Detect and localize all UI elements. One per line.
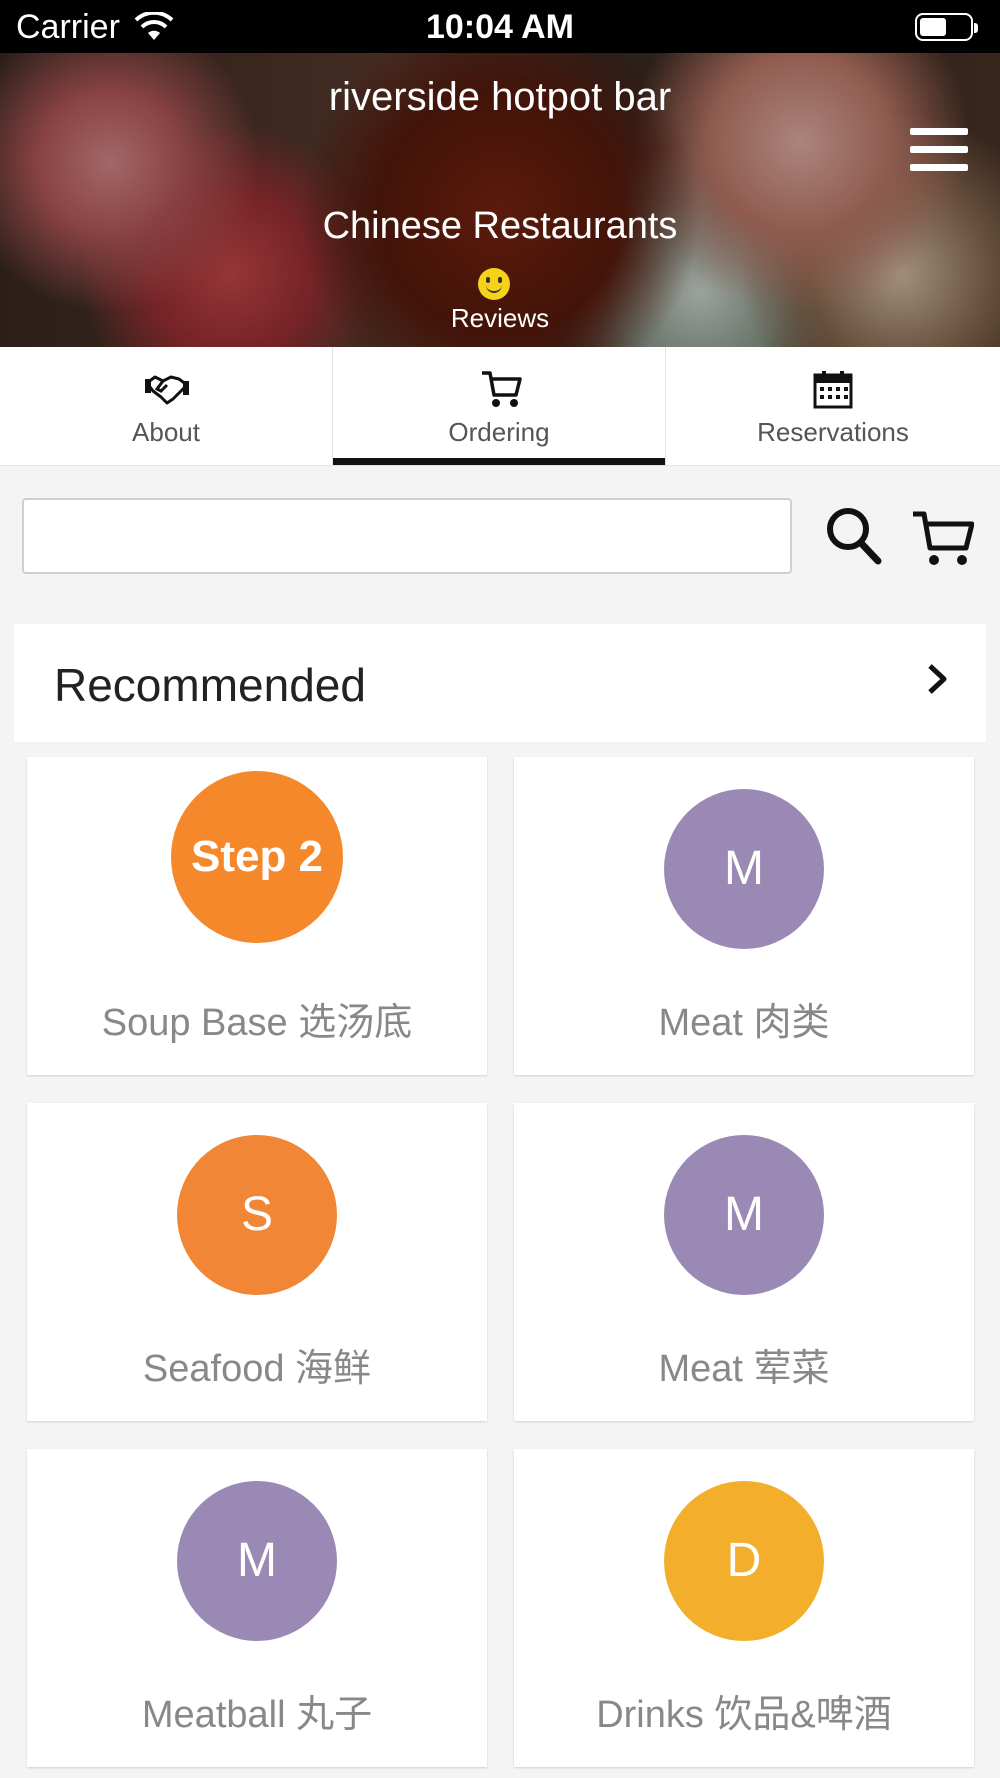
category-card-meat-dishes[interactable]: M Meat 荤菜	[514, 1103, 974, 1421]
cart-icon[interactable]	[910, 508, 974, 568]
handshake-icon	[145, 375, 189, 405]
chevron-right-icon	[928, 664, 947, 694]
restaurant-category: Chinese Restaurants	[322, 205, 678, 247]
restaurant-name: riverside hotpot bar	[328, 75, 672, 119]
hamburger-menu-icon[interactable]	[906, 128, 972, 174]
tab-ordering-label: Ordering	[448, 417, 550, 447]
section-title: Recommended	[54, 659, 366, 711]
battery-icon	[915, 13, 978, 41]
category-badge: M	[664, 789, 824, 949]
reviews-link[interactable]: Reviews	[0, 303, 1000, 334]
tab-ordering[interactable]: Ordering	[333, 347, 666, 465]
calendar-icon	[813, 371, 853, 409]
search-input[interactable]	[22, 498, 792, 574]
category-name: Seafood 海鲜	[142, 1348, 372, 1390]
recommended-section-header[interactable]: Recommended	[14, 624, 986, 742]
category-badge: M	[664, 1135, 824, 1295]
cart-icon	[482, 371, 522, 407]
category-card-seafood[interactable]: S Seafood 海鲜	[27, 1103, 487, 1421]
category-badge: D	[664, 1481, 824, 1641]
clock: 10:04 AM	[425, 8, 575, 46]
category-name: Meat 肉类	[658, 1002, 830, 1044]
category-badge: Step 2	[171, 771, 343, 943]
hero-banner: riverside hotpot bar Chinese Restaurants…	[0, 53, 1000, 347]
search-icon[interactable]	[824, 505, 884, 567]
category-name: Meat 荤菜	[658, 1348, 830, 1390]
category-card-meat[interactable]: M Meat 肉类	[514, 757, 974, 1075]
smiley-icon[interactable]	[478, 268, 510, 300]
category-card-meatball[interactable]: M Meatball 丸子	[27, 1449, 487, 1767]
tab-reservations[interactable]: Reservations	[666, 347, 1000, 465]
category-name: Drinks 饮品&啤酒	[596, 1694, 892, 1736]
category-name: Soup Base 选汤底	[101, 1002, 413, 1044]
category-card-soup-base[interactable]: Step 2 Soup Base 选汤底	[27, 757, 487, 1075]
status-bar: Carrier 10:04 AM	[0, 0, 1000, 53]
tab-reservations-label: Reservations	[757, 417, 909, 447]
category-card-drinks[interactable]: D Drinks 饮品&啤酒	[514, 1449, 974, 1767]
category-badge: M	[177, 1481, 337, 1641]
tab-about-label: About	[132, 417, 200, 447]
category-name: Meatball 丸子	[141, 1694, 373, 1736]
tab-about[interactable]: About	[0, 347, 333, 465]
category-badge: S	[177, 1135, 337, 1295]
tab-bar: About Ordering Reservations	[0, 347, 1000, 466]
